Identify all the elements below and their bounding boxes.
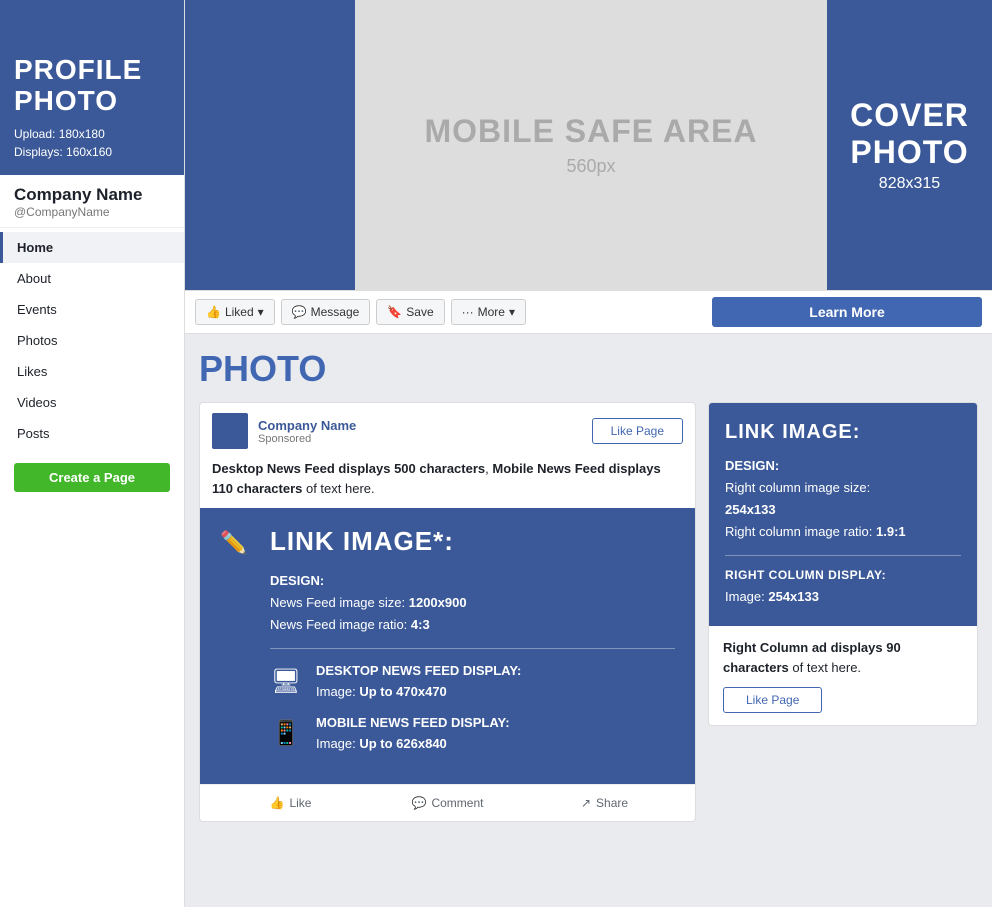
desktop-display-row: 🖥 DESKTOP NEWS FEED DISPLAY: Image: Up t… — [270, 661, 675, 703]
nav-item-likes[interactable]: Likes — [0, 356, 184, 387]
mobile-display-text: MOBILE NEWS FEED DISPLAY: Image: Up to 6… — [316, 713, 510, 755]
post-sponsored-label: Sponsored — [258, 433, 356, 445]
feed-row: Company Name Sponsored Like Page Desktop… — [199, 402, 978, 822]
post-text-strong1: Desktop News Feed displays 500 character… — [212, 461, 485, 476]
desktop-image-value: Up to 470x470 — [359, 684, 446, 699]
like-page-right-button[interactable]: Like Page — [723, 687, 822, 713]
link-image-title: LINK IMAGE*: — [270, 526, 675, 557]
right-col-size-value: 254x133 — [725, 502, 776, 517]
company-handle: @CompanyName — [14, 205, 170, 219]
mobile-safe-area-label: MOBILE SAFE AREA — [424, 113, 757, 150]
profile-photo-box: PROFILEPHOTO Upload: 180x180 Displays: 1… — [0, 0, 184, 175]
right-design-label: DESIGN: — [725, 458, 961, 473]
cover-photo-title: COVERPHOTO — [850, 97, 969, 171]
comment-icon: 💬 — [412, 796, 427, 810]
mobile-image-value: Up to 626x840 — [359, 736, 446, 751]
nav-item-home[interactable]: Home — [0, 232, 184, 263]
profile-photo-upload: Upload: 180x180 Displays: 160x160 — [14, 125, 170, 161]
photo-heading: PHOTO — [199, 348, 978, 390]
action-bar: 👍 Liked ▾ 💬 Message 🔖 Save ··· More ▾ Le… — [185, 290, 992, 334]
cover-left-block — [185, 0, 355, 290]
pencil-icon: ✏️ — [220, 530, 247, 556]
ratio-value: 4:3 — [411, 617, 430, 632]
right-display-image-value: 254x133 — [768, 589, 819, 604]
message-button[interactable]: 💬 Message — [281, 299, 371, 325]
mobile-safe-area-sub: 560px — [566, 156, 615, 177]
nav-item-videos[interactable]: Videos — [0, 387, 184, 418]
mobile-display-label: MOBILE NEWS FEED DISPLAY: — [316, 715, 510, 730]
share-icon: ↗ — [581, 796, 591, 810]
nav-item-events[interactable]: Events — [0, 294, 184, 325]
sidebar: PROFILEPHOTO Upload: 180x180 Displays: 1… — [0, 0, 185, 907]
cover-area: MOBILE SAFE AREA 560px COVERPHOTO 828x31… — [185, 0, 992, 290]
right-link-image-title: LINK IMAGE: — [725, 421, 961, 444]
company-name-section: Company Name @CompanyName — [0, 175, 184, 228]
desktop-display-label: DESKTOP NEWS FEED DISPLAY: — [316, 663, 521, 678]
main-content: MOBILE SAFE AREA 560px COVERPHOTO 828x31… — [185, 0, 992, 907]
cover-center-block: MOBILE SAFE AREA 560px — [355, 0, 827, 290]
save-button[interactable]: 🔖 Save — [376, 299, 444, 325]
cover-right-block: COVERPHOTO 828x315 — [827, 0, 992, 290]
photo-section: PHOTO Company Name Sponsored Like Page D… — [185, 334, 992, 832]
message-icon: 💬 — [292, 305, 307, 319]
divider — [270, 648, 675, 649]
right-display-label: RIGHT COLUMN DISPLAY: — [725, 568, 961, 582]
nav-item-posts[interactable]: Posts — [0, 418, 184, 449]
right-divider — [725, 555, 961, 556]
ellipsis-icon: ··· — [462, 305, 474, 319]
post-text: Desktop News Feed displays 500 character… — [200, 459, 695, 508]
size-value: 1200x900 — [409, 595, 467, 610]
post-header: Company Name Sponsored Like Page — [200, 403, 695, 459]
mobile-display-row: 📱 MOBILE NEWS FEED DISPLAY: Image: Up to… — [270, 713, 675, 755]
post-avatar — [212, 413, 248, 449]
chevron-down-more-icon: ▾ — [509, 305, 515, 319]
ratio-line: News Feed image ratio: 4:3 — [270, 614, 675, 636]
right-col-ratio-line: Right column image ratio: 1.9:1 — [725, 521, 961, 543]
comment-action-button[interactable]: 💬 Comment — [369, 791, 526, 815]
design-label: DESIGN: — [270, 573, 675, 588]
desktop-icon: 🖥 — [270, 667, 302, 696]
post-actions: 👍 Like 💬 Comment ↗ Share — [200, 784, 695, 821]
post-company-info: Company Name Sponsored — [258, 418, 356, 445]
liked-button[interactable]: 👍 Liked ▾ — [195, 299, 275, 325]
chevron-down-icon: ▾ — [258, 305, 264, 319]
size-line: News Feed image size: 1200x900 — [270, 592, 675, 614]
more-button[interactable]: ··· More ▾ — [451, 299, 526, 325]
right-display-image-line: Image: 254x133 — [725, 586, 961, 608]
display-section: 🖥 DESKTOP NEWS FEED DISPLAY: Image: Up t… — [270, 661, 675, 754]
post-card: Company Name Sponsored Like Page Desktop… — [199, 402, 696, 822]
right-link-box: LINK IMAGE: DESIGN: Right column image s… — [709, 403, 977, 626]
right-card-body: Right Column ad displays 90 characters o… — [709, 626, 977, 725]
post-company-name: Company Name — [258, 418, 356, 433]
right-card: LINK IMAGE: DESIGN: Right column image s… — [708, 402, 978, 726]
desktop-display-text: DESKTOP NEWS FEED DISPLAY: Image: Up to … — [316, 661, 521, 703]
right-card-text-strong: Right Column ad displays 90 characters — [723, 640, 901, 675]
like-icon: 👍 — [270, 796, 285, 810]
right-col-ratio-value: 1.9:1 — [876, 524, 906, 539]
mobile-icon: 📱 — [270, 719, 302, 748]
cover-photo-sub: 828x315 — [879, 175, 940, 193]
nav-item-about[interactable]: About — [0, 263, 184, 294]
nav-item-photos[interactable]: Photos — [0, 325, 184, 356]
profile-photo-title: PROFILEPHOTO — [14, 55, 170, 117]
bookmark-icon: 🔖 — [387, 305, 402, 319]
like-page-top-button[interactable]: Like Page — [592, 418, 683, 444]
right-card-text: Right Column ad displays 90 characters o… — [723, 638, 963, 677]
like-action-button[interactable]: 👍 Like — [212, 791, 369, 815]
create-page-button[interactable]: Create a Page — [14, 463, 170, 492]
company-name: Company Name — [14, 185, 170, 205]
share-action-button[interactable]: ↗ Share — [526, 791, 683, 815]
link-image-box: ✏️ LINK IMAGE*: DESIGN: News Feed image … — [200, 508, 695, 784]
learn-more-button[interactable]: Learn More — [712, 297, 982, 327]
right-col-size-line: Right column image size: 254x133 — [725, 477, 961, 521]
thumbs-up-icon: 👍 — [206, 305, 221, 319]
nav-menu: Home About Events Photos Likes Videos Po… — [0, 232, 184, 449]
